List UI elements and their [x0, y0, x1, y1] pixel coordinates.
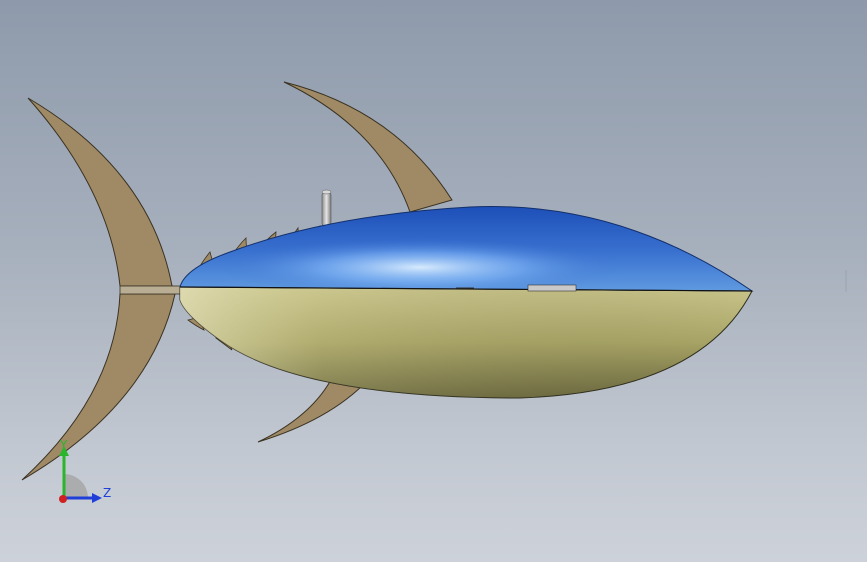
tail-peduncle — [119, 285, 183, 295]
y-axis-label: Y — [59, 438, 68, 452]
dorsal-fin — [283, 81, 453, 213]
antenna-rod — [321, 191, 332, 227]
triad-quadrant — [64, 474, 88, 498]
tail-fin-upper — [27, 97, 173, 287]
seam-clip — [527, 284, 577, 292]
z-axis-label: Z — [103, 486, 111, 500]
reference-triad: Y Z — [59, 438, 111, 503]
x-axis-icon — [59, 495, 67, 503]
fish-model[interactable] — [0, 0, 867, 562]
graphics-viewport[interactable]: Y Z — [0, 0, 867, 562]
